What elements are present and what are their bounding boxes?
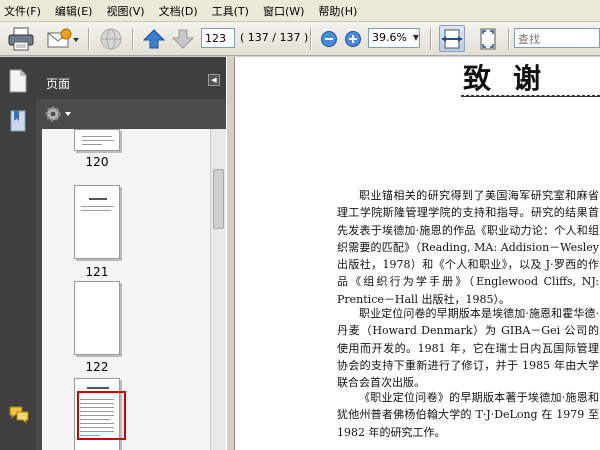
printer-icon bbox=[8, 27, 34, 51]
pages-panel-title: 页面 bbox=[46, 77, 71, 91]
pages-nav-button[interactable] bbox=[8, 68, 28, 96]
scrollbar-thumb[interactable] bbox=[213, 169, 224, 229]
envelope-icon bbox=[47, 28, 79, 48]
page-thumbnail[interactable] bbox=[74, 281, 120, 355]
globe-icon bbox=[100, 28, 122, 50]
zoom-in-icon bbox=[345, 31, 361, 47]
print-button[interactable] bbox=[8, 27, 34, 54]
arrow-down-icon bbox=[171, 29, 195, 49]
arrow-up-icon bbox=[142, 29, 166, 49]
page-thumbnail-label: 120 bbox=[85, 155, 109, 169]
body-paragraph: 职业定位问卷的早期版本是埃德加·施恩和霍华德·丹麦（Howard Denmark… bbox=[337, 307, 599, 390]
email-button[interactable] bbox=[46, 27, 80, 54]
page-thumbnail[interactable] bbox=[74, 185, 120, 259]
page-thumbnail-label: 122 bbox=[85, 360, 109, 374]
fit-page-button[interactable] bbox=[476, 26, 500, 55]
page-number-input[interactable] bbox=[201, 28, 235, 48]
previous-page-button[interactable] bbox=[142, 28, 166, 53]
zoom-out-icon bbox=[321, 31, 337, 47]
pages-icon bbox=[9, 68, 28, 93]
body-paragraph: 《职业定位问卷》的早期版本著于埃德加·施恩和犹他州普者佛杨伯翰大学的 T·J·D… bbox=[337, 391, 599, 439]
toolbar-separator bbox=[430, 28, 432, 50]
panel-collapse-button[interactable]: ◀ bbox=[208, 74, 220, 86]
next-page-button[interactable] bbox=[171, 28, 195, 53]
pages-panel: 页面 ◀ 120 121 122 bbox=[36, 57, 226, 450]
document-heading: 致谢 bbox=[463, 62, 564, 95]
fit-width-icon bbox=[442, 29, 462, 49]
search-input[interactable]: 查找 bbox=[514, 28, 600, 48]
zoom-dropdown-chevron-icon[interactable]: ▼ bbox=[411, 29, 421, 47]
zoom-out-button[interactable] bbox=[320, 30, 338, 51]
menu-tools[interactable]: 工具(T) bbox=[212, 3, 249, 19]
zoom-in-button[interactable] bbox=[344, 30, 362, 51]
toolbar-separator bbox=[132, 28, 134, 50]
toolbar-separator bbox=[310, 28, 312, 50]
body-paragraph: 职业锚相关的研究得到了美国海军研究室和麻省理工学院斯隆管理学院的支持和指导。研究… bbox=[337, 189, 599, 306]
navigation-pane bbox=[0, 57, 36, 450]
heading-rule bbox=[461, 95, 600, 97]
menu-document[interactable]: 文档(D) bbox=[159, 3, 198, 19]
thumbnails-scrollbar[interactable] bbox=[210, 129, 226, 450]
panel-splitter[interactable] bbox=[226, 57, 235, 450]
toolbar-separator bbox=[508, 28, 510, 50]
menu-view[interactable]: 视图(V) bbox=[106, 3, 144, 19]
page-count: ( 137 / 137 ) bbox=[240, 31, 309, 44]
page-thumbnail-label: 121 bbox=[85, 265, 109, 279]
visible-area-indicator[interactable] bbox=[77, 391, 126, 440]
options-menu-button[interactable] bbox=[44, 105, 74, 126]
fit-page-icon bbox=[480, 28, 496, 50]
menu-edit[interactable]: 编辑(E) bbox=[55, 3, 93, 19]
comments-nav-button[interactable] bbox=[8, 405, 30, 428]
page-thumbnail[interactable] bbox=[74, 129, 120, 151]
menu-window[interactable]: 窗口(W) bbox=[263, 3, 304, 19]
pages-panel-header: 页面 ◀ bbox=[36, 57, 226, 99]
bookmarks-nav-button[interactable] bbox=[8, 109, 28, 136]
page-thumbnails[interactable]: 120 121 122 bbox=[42, 129, 210, 450]
menu-help[interactable]: 帮助(H) bbox=[318, 3, 357, 19]
menu-file[interactable]: 文件(F) bbox=[4, 3, 41, 19]
document-view[interactable]: 致谢 职业锚相关的研究得到了美国海军研究室和麻省理工学院斯隆管理学院的支持和指导… bbox=[235, 57, 600, 450]
collaborate-button[interactable] bbox=[98, 27, 124, 54]
bookmark-icon bbox=[10, 110, 26, 132]
menu-bar: 文件(F) 编辑(E) 视图(V) 文档(D) 工具(T) 窗口(W) 帮助(H… bbox=[0, 0, 600, 22]
gear-icon bbox=[45, 106, 71, 122]
comment-icon bbox=[9, 406, 29, 425]
fit-width-button[interactable] bbox=[439, 25, 465, 52]
toolbar: ( 137 / 137 ) 39.6% ▼ bbox=[0, 22, 600, 56]
toolbar-separator bbox=[88, 28, 90, 50]
